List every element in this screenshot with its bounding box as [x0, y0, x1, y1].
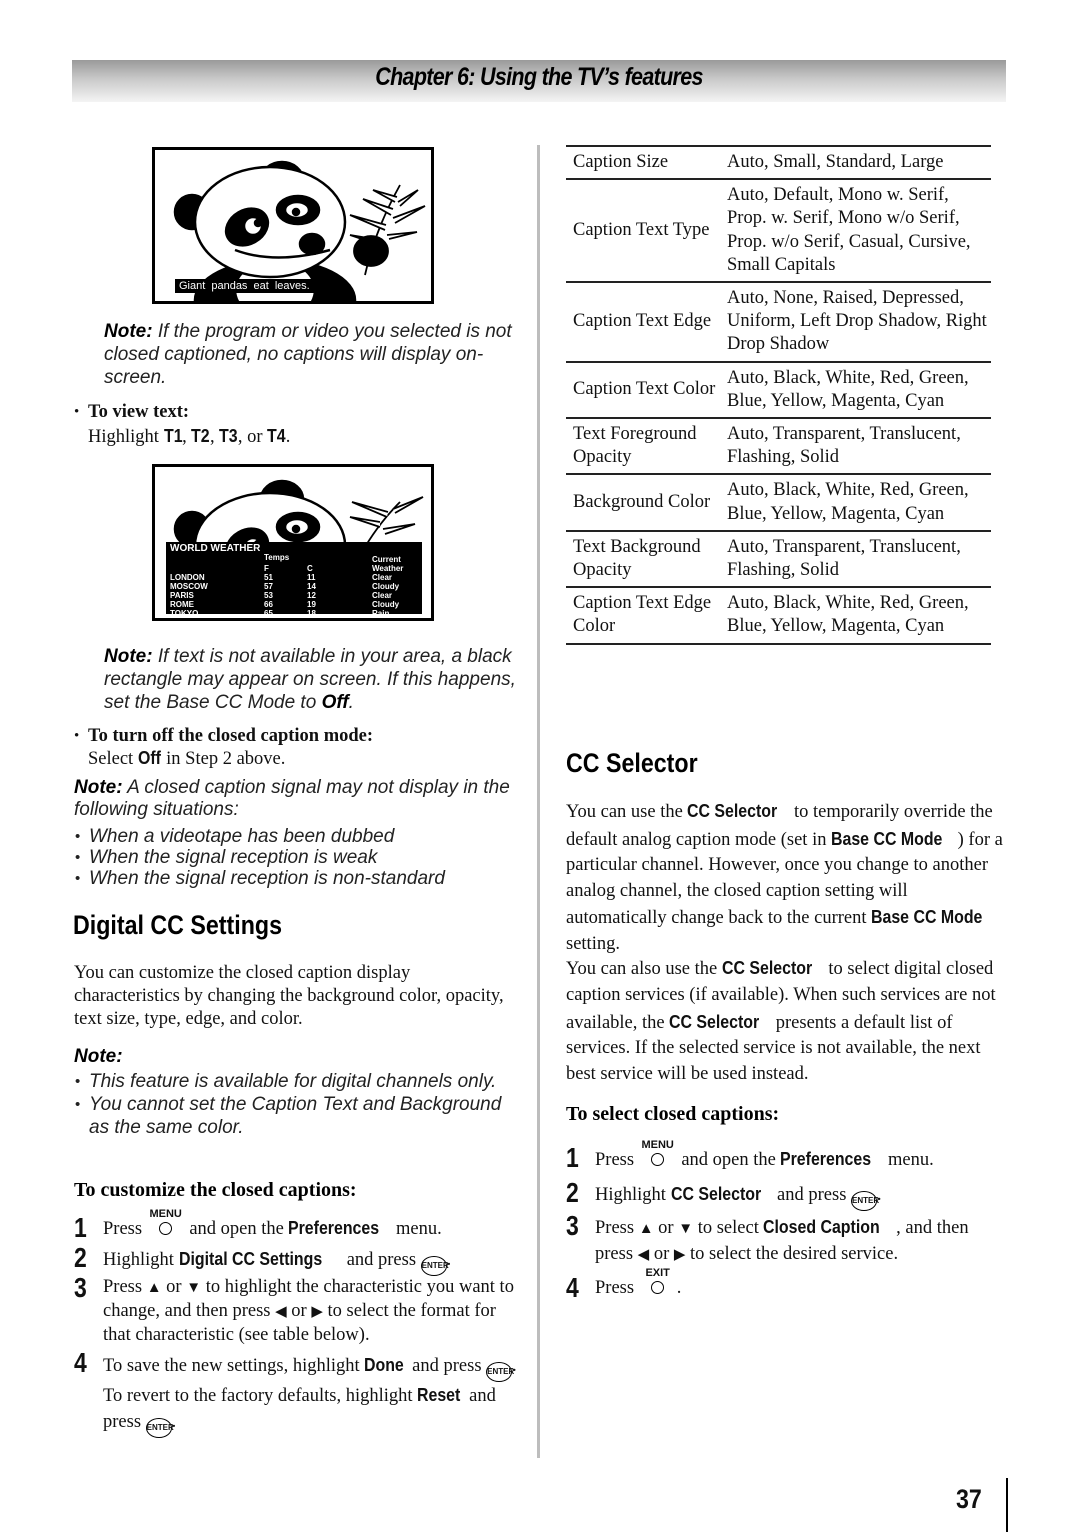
note-label: Note:: [104, 646, 153, 667]
list-item: This feature is available for digital ch…: [75, 1070, 514, 1093]
step-number: 4: [74, 1347, 87, 1378]
turn-off-bullet: To turn off the closed caption mode: Sel…: [74, 726, 518, 770]
cc-selector-heading: CC Selector: [566, 748, 698, 778]
step-number: 3: [566, 1210, 579, 1241]
off-label: Off: [321, 692, 349, 713]
digital-note-label: Note:: [74, 1046, 123, 1067]
cc-selector-paragraph-2: You can also use the CC Selector to sele…: [566, 957, 996, 1085]
caption-text: Giant pandas eat leaves.: [175, 279, 314, 293]
customize-step-3: Press ▲ or ▼ to highlight the characteri…: [103, 1277, 514, 1345]
step-number: 4: [566, 1272, 579, 1303]
note-text: If the program or video you selected is …: [104, 321, 512, 388]
option-t3: T3: [219, 425, 238, 446]
table-row: Caption Text Type Auto, Default, Mono w. …: [566, 179, 991, 282]
select-step-4: Press EXIT.: [595, 1267, 682, 1298]
down-arrow-icon: ▼: [186, 1280, 202, 1296]
left-arrow-icon: ◀: [275, 1304, 287, 1320]
table-row: Caption Text Color Auto, Black, White, Re…: [566, 361, 991, 418]
digital-cc-settings-heading: Digital CC Settings: [73, 910, 282, 940]
digital-cc-body: You can customize the closed caption dis…: [74, 963, 504, 1029]
col-c-label: C: [307, 564, 313, 573]
situation-list: When a videotape has been dubbed When th…: [75, 826, 529, 889]
select-step-1: Press MENU and open the Preferences menu…: [595, 1139, 934, 1170]
list-item: You cannot set the Caption Text and Back…: [75, 1093, 514, 1139]
turn-off-heading: To turn off the closed caption mode:: [88, 726, 374, 746]
select-step-3: Press ▲ or ▼ to select Closed Caption, a…: [595, 1216, 969, 1264]
customize-step-1: Press MENU and open the Preferences menu…: [103, 1208, 442, 1239]
select-captions-heading: To select closed captions:: [566, 1103, 780, 1125]
up-arrow-icon: ▲: [146, 1280, 162, 1296]
customize-step-4: To save the new settings, highlight Done…: [103, 1352, 523, 1438]
option-t4: T4: [267, 425, 286, 446]
page-number-rule: [1006, 1478, 1008, 1532]
select-step-2: Highlight CC Selector and press ENTER.: [595, 1182, 1005, 1211]
page-number: 37: [956, 1484, 982, 1514]
customize-step-2: Highlight Digital CC Settings and press …: [103, 1247, 523, 1276]
enter-button-icon: ENTER: [420, 1256, 449, 1276]
step-number: 1: [566, 1142, 579, 1173]
weather-row: TOKYO 65 18 Rain: [170, 609, 390, 618]
chapter-title: Chapter 6: Using the TV’s features: [375, 63, 703, 91]
weather-row: LONDON 51 11 Clear: [170, 573, 393, 582]
enter-button-icon: ENTER: [486, 1362, 514, 1382]
right-arrow-icon: ▶: [673, 1247, 686, 1263]
step-number: 2: [74, 1242, 87, 1273]
table-row: Text Background Opacity Auto, Transparent…: [566, 530, 991, 587]
weather-row: PARIS 53 12 Clear: [170, 591, 393, 600]
note-label: Note:: [104, 321, 153, 342]
left-arrow-icon: ◀: [637, 1247, 650, 1263]
enter-button-icon: ENTER: [851, 1191, 879, 1211]
table-row: Caption Text Edge Auto, None, Raised, Dep…: [566, 282, 991, 362]
table-row: Caption Size Auto, Small, Standard, Large: [566, 146, 991, 179]
weather-label: Weather: [372, 564, 404, 573]
cc-selector-paragraph-1: You can use the CC Selector to temporari…: [566, 800, 1003, 954]
list-item: When a videotape has been dubbed: [75, 826, 529, 847]
world-weather-table: WORLD WEATHER Temps Current Weather F C …: [166, 542, 422, 618]
col-f-label: F: [264, 564, 269, 573]
tv-screen-text-example: WORLD WEATHER Temps Current Weather F C …: [152, 464, 434, 621]
note-signal-situations: Note: A closed caption signal may not di…: [74, 777, 510, 820]
option-t2: T2: [191, 425, 210, 446]
exit-button-icon: EXIT: [641, 1267, 675, 1295]
customize-heading: To customize the closed captions:: [74, 1179, 357, 1201]
step-number: 3: [74, 1272, 87, 1303]
weather-row: MOSCOW 57 14 Cloudy: [170, 582, 400, 591]
step-number: 1: [74, 1212, 87, 1243]
menu-button-icon: MENU: [149, 1208, 183, 1236]
tv-screen-caption-example: Giant pandas eat leaves.: [152, 147, 434, 304]
list-item: When the signal reception is weak: [75, 847, 529, 868]
digital-note-list: This feature is available for digital ch…: [75, 1070, 514, 1139]
note-not-captioned: Note: If the program or video you select…: [104, 320, 514, 389]
view-text-instruction: Highlight T1, T2, T3, or T4.: [88, 425, 291, 447]
weather-row: ROME 66 19 Cloudy: [170, 600, 400, 609]
view-text-heading: To view text:: [88, 402, 190, 422]
option-t1: T1: [163, 425, 183, 446]
current-label: Current: [372, 555, 401, 564]
turn-off-instruction: Select Off in Step 2 above.: [88, 747, 286, 769]
chapter-header: Chapter 6: Using the TV’s features: [72, 60, 1006, 102]
list-item: When the signal reception is non-standar…: [75, 868, 529, 889]
view-text-bullet: To view text: Highlight T1, T2, T3, or T…: [74, 401, 508, 449]
menu-button-icon: MENU: [641, 1139, 675, 1167]
step-number: 2: [566, 1177, 579, 1208]
temps-label: Temps: [264, 553, 290, 562]
note-text-unavailable: Note: If text is not available in your a…: [104, 646, 516, 713]
column-divider: [537, 145, 540, 1458]
note-label: Note:: [74, 777, 123, 798]
right-arrow-icon: ▶: [311, 1304, 323, 1320]
enter-button-icon: ENTER: [145, 1418, 174, 1438]
table-row: Background Color Auto, Black, White, Red,…: [566, 474, 991, 530]
caption-options-table: Caption Size Auto, Small, Standard, Large…: [566, 145, 991, 645]
table-row: Caption Text Edge Color Auto, Black, Whit…: [566, 587, 991, 644]
up-arrow-icon: ▲: [638, 1221, 654, 1237]
down-arrow-icon: ▼: [678, 1221, 694, 1237]
table-row: Text Foreground Opacity Auto, Transparent…: [566, 418, 991, 474]
weather-title: WORLD WEATHER: [170, 543, 261, 554]
